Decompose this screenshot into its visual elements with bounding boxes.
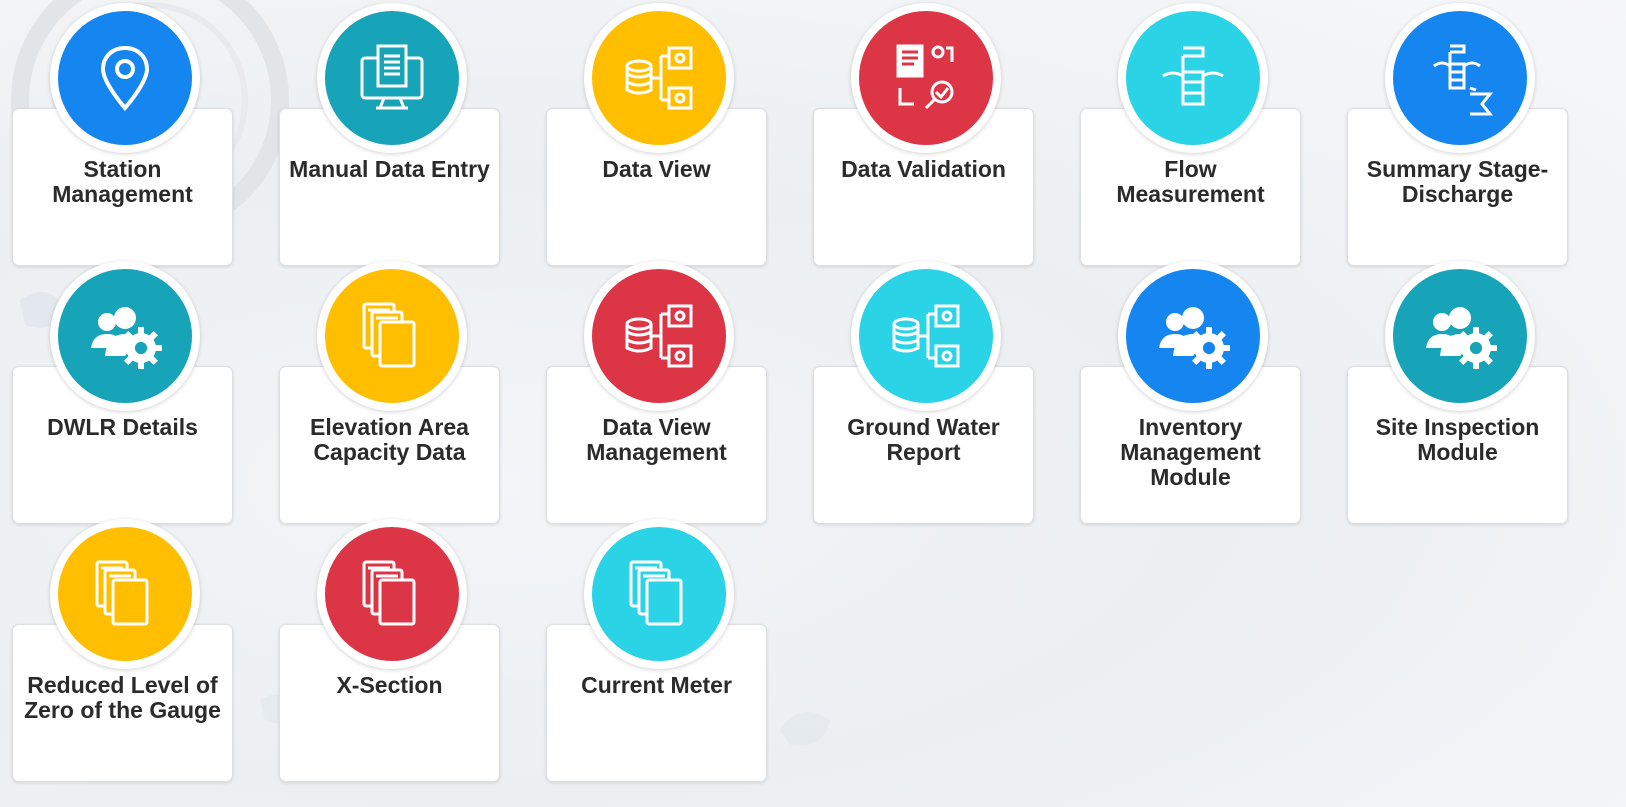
location-pin-icon bbox=[58, 11, 192, 145]
module-icon-badge[interactable] bbox=[1385, 261, 1535, 411]
validation-icon bbox=[859, 11, 993, 145]
database-folders-icon bbox=[592, 11, 726, 145]
module-label: Data Validation bbox=[841, 156, 1006, 182]
module-icon-badge[interactable] bbox=[584, 519, 734, 669]
module-label: Data View bbox=[602, 156, 711, 182]
module-tile-site-inspection-module[interactable]: Site Inspection Module bbox=[1347, 258, 1570, 526]
module-label: Manual Data Entry bbox=[289, 156, 490, 182]
module-tile-summary-stage-discharge[interactable]: Summary Stage-Discharge bbox=[1347, 0, 1570, 268]
module-tile-data-view-management[interactable]: Data View Management bbox=[546, 258, 769, 526]
module-tile-x-section[interactable]: X-Section bbox=[279, 516, 502, 784]
module-icon-badge[interactable] bbox=[584, 3, 734, 153]
module-icon-badge[interactable] bbox=[851, 3, 1001, 153]
module-tile-data-validation[interactable]: Data Validation bbox=[813, 0, 1036, 268]
module-tile-flow-measurement[interactable]: Flow Measurement bbox=[1080, 0, 1303, 268]
module-icon-badge[interactable] bbox=[50, 519, 200, 669]
module-tile-station-management[interactable]: Station Management bbox=[12, 0, 235, 268]
module-label: Flow Measurement bbox=[1116, 156, 1265, 207]
module-tile-manual-data-entry[interactable]: Manual Data Entry bbox=[279, 0, 502, 268]
module-label: Inventory Management Module bbox=[1120, 414, 1261, 490]
users-gear-icon bbox=[1393, 269, 1527, 403]
module-icon-badge[interactable] bbox=[1118, 261, 1268, 411]
module-label: Reduced Level of Zero of the Gauge bbox=[24, 672, 221, 723]
module-icon-badge[interactable] bbox=[1385, 3, 1535, 153]
module-label: Summary Stage-Discharge bbox=[1366, 156, 1549, 207]
module-icon-badge[interactable] bbox=[1118, 3, 1268, 153]
stacked-files-icon bbox=[592, 527, 726, 661]
module-tile-ground-water-report[interactable]: Ground Water Report bbox=[813, 258, 1036, 526]
module-label: DWLR Details bbox=[47, 414, 198, 440]
module-label: Site Inspection Module bbox=[1375, 414, 1540, 465]
module-tile-reduced-level-of-zero-of-the-gauge[interactable]: Reduced Level of Zero of the Gauge bbox=[12, 516, 235, 784]
module-label: Current Meter bbox=[581, 672, 732, 698]
stacked-files-icon bbox=[325, 527, 459, 661]
module-tile-current-meter[interactable]: Current Meter bbox=[546, 516, 769, 784]
module-icon-badge[interactable] bbox=[317, 261, 467, 411]
module-icon-badge[interactable] bbox=[584, 261, 734, 411]
users-gear-icon bbox=[58, 269, 192, 403]
flow-gauge-icon bbox=[1126, 11, 1260, 145]
module-tile-data-view[interactable]: Data View bbox=[546, 0, 769, 268]
module-label: X-Section bbox=[336, 672, 443, 698]
module-label: Data View Management bbox=[586, 414, 727, 465]
module-label: Elevation Area Capacity Data bbox=[310, 414, 469, 465]
stacked-files-icon bbox=[58, 527, 192, 661]
module-icon-badge[interactable] bbox=[50, 3, 200, 153]
module-tile-inventory-management-module[interactable]: Inventory Management Module bbox=[1080, 258, 1303, 526]
module-icon-badge[interactable] bbox=[317, 519, 467, 669]
module-label: Ground Water Report bbox=[847, 414, 1000, 465]
stage-sum-icon bbox=[1393, 11, 1527, 145]
database-folders-icon bbox=[592, 269, 726, 403]
module-tile-dwlr-details[interactable]: DWLR Details bbox=[12, 258, 235, 526]
database-folders-icon bbox=[859, 269, 993, 403]
stacked-files-icon bbox=[325, 269, 459, 403]
data-entry-icon bbox=[325, 11, 459, 145]
module-label: Station Management bbox=[52, 156, 193, 207]
module-tile-elevation-area-capacity-data[interactable]: Elevation Area Capacity Data bbox=[279, 258, 502, 526]
module-icon-badge[interactable] bbox=[50, 261, 200, 411]
module-icon-badge[interactable] bbox=[851, 261, 1001, 411]
module-icon-badge[interactable] bbox=[317, 3, 467, 153]
users-gear-icon bbox=[1126, 269, 1260, 403]
